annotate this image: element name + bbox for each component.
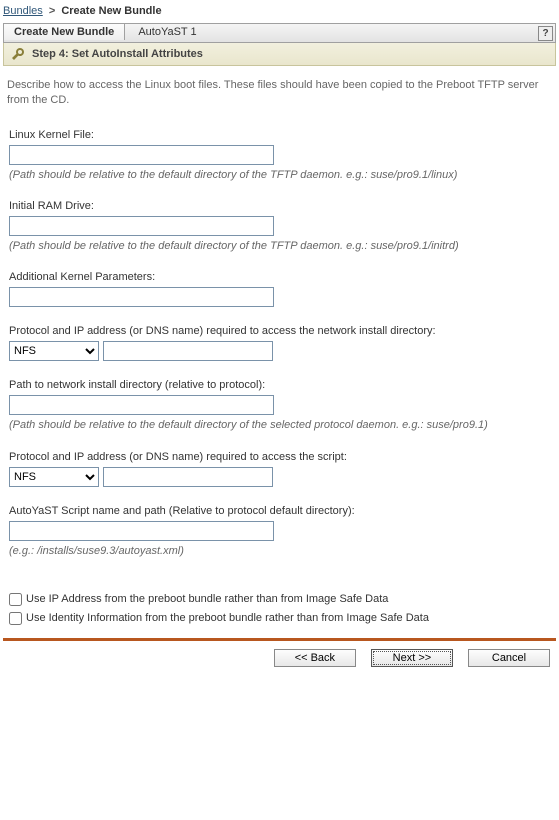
- ram-label: Initial RAM Drive:: [9, 200, 550, 212]
- wrench-icon: [10, 46, 26, 62]
- proto2-select[interactable]: NFS: [9, 467, 99, 487]
- path1-hint: (Path should be relative to the default …: [9, 418, 550, 432]
- tab-bar: Create New Bundle AutoYaST 1 ?: [3, 23, 556, 43]
- tab-create-new-bundle[interactable]: Create New Bundle: [4, 24, 125, 40]
- step-bar: Step 4: Set AutoInstall Attributes: [3, 43, 556, 66]
- kernel-input[interactable]: [9, 145, 274, 165]
- kernel-label: Linux Kernel File:: [9, 129, 550, 141]
- next-button[interactable]: Next >>: [371, 649, 453, 667]
- proto1-select[interactable]: NFS: [9, 341, 99, 361]
- tab-autoyast: AutoYaST 1: [128, 24, 206, 40]
- cancel-button[interactable]: Cancel: [468, 649, 550, 667]
- ram-input[interactable]: [9, 216, 274, 236]
- ip-checkbox[interactable]: [9, 593, 22, 606]
- identity-checkbox[interactable]: [9, 612, 22, 625]
- breadcrumb-bundles-link[interactable]: Bundles: [3, 5, 43, 17]
- proto1-label: Protocol and IP address (or DNS name) re…: [9, 325, 550, 337]
- proto2-ip-input[interactable]: [103, 467, 273, 487]
- proto1-ip-input[interactable]: [103, 341, 273, 361]
- kernel-hint: (Path should be relative to the default …: [9, 168, 550, 182]
- params-input[interactable]: [9, 287, 274, 307]
- help-icon[interactable]: ?: [538, 26, 553, 41]
- breadcrumb: Bundles > Create New Bundle: [3, 3, 556, 23]
- identity-checkbox-label: Use Identity Information from the preboo…: [26, 612, 429, 624]
- ip-checkbox-label: Use IP Address from the preboot bundle r…: [26, 593, 388, 605]
- script-label: AutoYaST Script name and path (Relative …: [9, 505, 550, 517]
- path1-input[interactable]: [9, 395, 274, 415]
- step-label: Step 4: Set AutoInstall Attributes: [32, 48, 203, 60]
- ram-hint: (Path should be relative to the default …: [9, 239, 550, 253]
- breadcrumb-current: Create New Bundle: [61, 5, 161, 17]
- breadcrumb-sep: >: [49, 5, 55, 17]
- back-button[interactable]: << Back: [274, 649, 356, 667]
- button-bar: << Back Next >> Cancel: [3, 638, 556, 675]
- proto2-label: Protocol and IP address (or DNS name) re…: [9, 451, 550, 463]
- path1-label: Path to network install directory (relat…: [9, 379, 550, 391]
- script-input[interactable]: [9, 521, 274, 541]
- step-description: Describe how to access the Linux boot fi…: [3, 66, 556, 125]
- script-hint: (e.g.: /installs/suse9.3/autoyast.xml): [9, 544, 550, 558]
- params-label: Additional Kernel Parameters:: [9, 271, 550, 283]
